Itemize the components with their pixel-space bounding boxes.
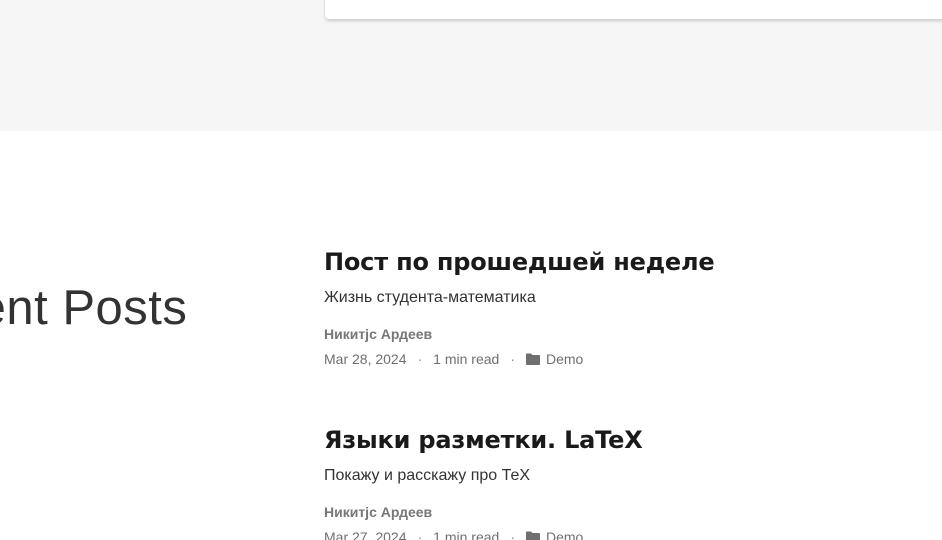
meta-separator: ·	[510, 351, 515, 367]
meta-separator: ·	[510, 529, 515, 540]
section-heading: Recent Posts	[0, 280, 188, 335]
post-date: Mar 27, 2024	[324, 529, 407, 540]
featured-card-bottom	[325, 0, 942, 19]
meta-separator: ·	[417, 351, 423, 367]
top-band	[0, 0, 942, 131]
post-meta: Mar 27, 2024 · 1 min read · Demo	[324, 528, 924, 540]
category-link[interactable]: Demo	[546, 350, 583, 368]
post-title-link[interactable]: Языки разметки. LaTeX	[324, 424, 924, 456]
folder-icon	[526, 531, 540, 540]
post-author-link[interactable]: Никитјс Ардеев	[324, 325, 924, 343]
post-meta: Mar 28, 2024 · 1 min read · Demo	[324, 350, 924, 368]
page: Recent Posts Пост по прошедшей неделе Жи…	[0, 0, 942, 540]
meta-separator: ·	[417, 529, 423, 540]
post-item: Языки разметки. LaTeX Покажу и расскажу …	[324, 424, 924, 540]
post-item: Пост по прошедшей неделе Жизнь студента-…	[324, 246, 924, 368]
post-read-time: 1 min read	[433, 351, 500, 367]
post-date: Mar 28, 2024	[324, 351, 407, 367]
post-author-link[interactable]: Никитјс Ардеев	[324, 503, 924, 521]
category-link[interactable]: Demo	[546, 528, 583, 540]
post-summary: Покажу и расскажу про ТеХ	[324, 467, 531, 484]
post-title-link[interactable]: Пост по прошедшей неделе	[324, 246, 924, 278]
post-read-time: 1 min read	[433, 529, 500, 540]
folder-icon	[526, 353, 540, 365]
post-summary: Жизнь студента-математика	[324, 289, 536, 306]
